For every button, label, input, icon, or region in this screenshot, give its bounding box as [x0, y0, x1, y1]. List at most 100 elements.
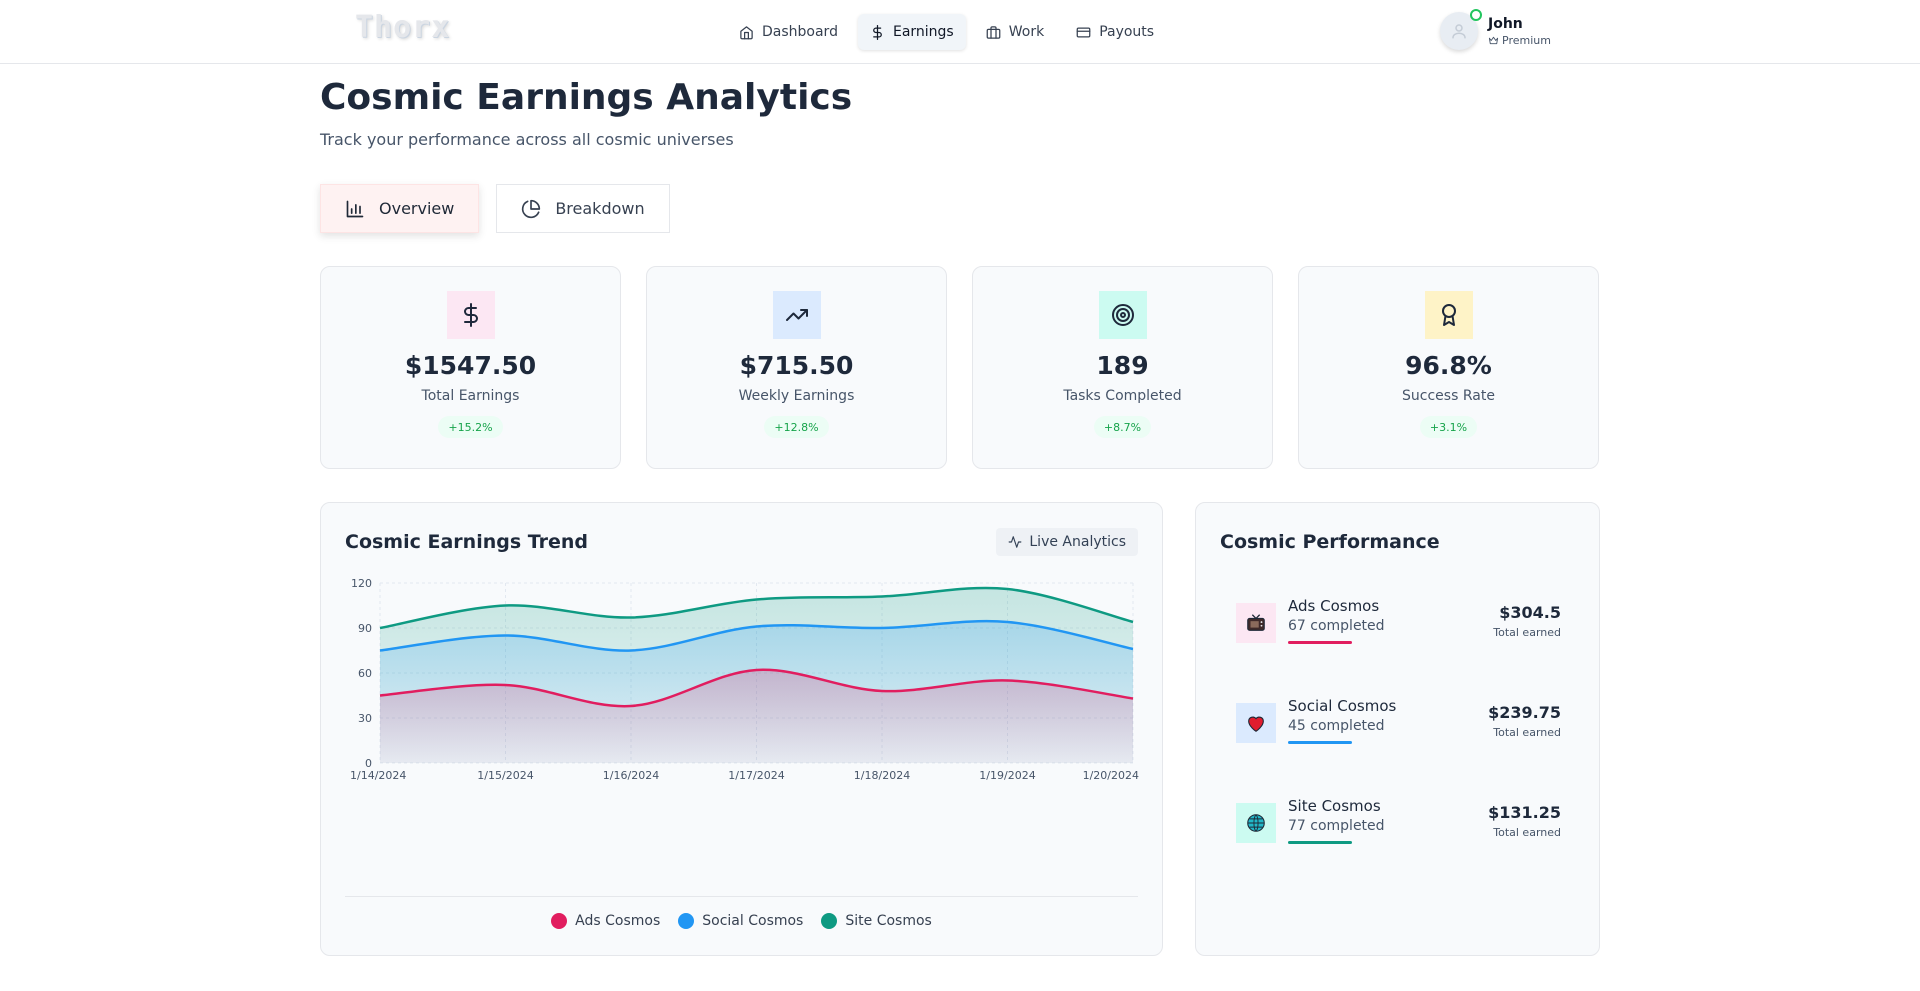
tab-breakdown[interactable]: Breakdown	[496, 184, 670, 233]
x-tick-label: 1/19/2024	[979, 769, 1035, 782]
chart-divider	[345, 896, 1138, 897]
x-tick-label: 1/18/2024	[854, 769, 910, 782]
dollar-icon	[873, 24, 882, 40]
stat-change-badge: +15.2%	[438, 416, 503, 438]
legend-label: Ads Cosmos	[575, 913, 661, 929]
perf-icon-box	[1236, 703, 1276, 743]
stat-change-badge: +12.8%	[764, 416, 829, 438]
cosmic-performance-card: Cosmic Performance Ads Cosmos 67 complet…	[1195, 502, 1600, 956]
performance-title: Cosmic Performance	[1220, 531, 1440, 553]
stat-change-badge: +8.7%	[1093, 416, 1152, 438]
bar-chart-icon	[346, 200, 364, 217]
crown-icon	[1488, 36, 1499, 44]
tv-icon	[1247, 614, 1265, 631]
user-name: John	[1488, 15, 1523, 32]
stat-label: Tasks Completed	[1063, 388, 1182, 404]
x-tick-label: 1/15/2024	[477, 769, 533, 782]
earnings-trend-chart[interactable]: 03060901201/14/2024 1/15/2024 1/16/2024 1/1…	[321, 573, 1164, 813]
legend-dot	[678, 913, 695, 929]
x-tick-label: 1/20/2024	[1083, 769, 1139, 782]
stat-icon-box	[1424, 291, 1473, 339]
y-tick-label: 60	[358, 667, 372, 680]
perf-amount: $304.5	[1499, 603, 1561, 622]
legend-dot	[551, 913, 568, 929]
user-tier-label: Premium	[1502, 33, 1551, 47]
nav-earnings[interactable]: Earnings	[857, 14, 966, 50]
globe-icon	[1247, 814, 1265, 832]
y-tick-label: 30	[358, 712, 372, 725]
dollar-icon	[463, 303, 478, 327]
performance-row-ads[interactable]: Ads Cosmos 67 completed $304.5 Total ear…	[1236, 593, 1561, 653]
main-nav: Dashboard Earnings Work Payouts	[727, 14, 1166, 50]
avatar[interactable]	[1440, 9, 1482, 50]
legend-item-ads[interactable]: Ads Cosmos	[551, 913, 660, 929]
pie-chart-icon	[522, 199, 541, 218]
stat-card-success-rate: 96.8% Success Rate +3.1%	[1298, 266, 1599, 469]
stats-row: $1547.50 Total Earnings +15.2% $715.50 W…	[320, 266, 1599, 469]
perf-color-bar	[1288, 641, 1352, 644]
live-analytics-label: Live Analytics	[1029, 534, 1126, 550]
view-tabs: Overview Breakdown	[320, 184, 670, 233]
legend-label: Social Cosmos	[702, 913, 804, 929]
stat-card-weekly-earnings: $715.50 Weekly Earnings +12.8%	[646, 266, 947, 469]
earnings-trend-card: Cosmic Earnings Trend Live Analytics 0 30…	[320, 502, 1163, 956]
stat-label: Total Earnings	[421, 388, 520, 404]
stat-label: Weekly Earnings	[738, 388, 855, 404]
perf-count: 77 completed	[1288, 818, 1385, 834]
nav-work[interactable]: Work	[974, 14, 1056, 50]
x-tick-label: 1/14/2024	[350, 769, 406, 782]
nav-payouts-label: Payouts	[1099, 24, 1155, 40]
chart-legend: Ads Cosmos Social Cosmos Site Cosmos	[321, 913, 1162, 929]
legend-item-site[interactable]: Site Cosmos	[821, 913, 932, 929]
perf-icon-box	[1236, 803, 1276, 843]
user-tier: Premium	[1488, 34, 1551, 47]
nav-dashboard[interactable]: Dashboard	[727, 14, 850, 50]
performance-row-social[interactable]: Social Cosmos 45 completed $239.75 Total…	[1236, 693, 1561, 753]
nav-work-label: Work	[1008, 24, 1045, 40]
tab-overview-label: Overview	[379, 199, 455, 218]
activity-icon	[1008, 536, 1022, 548]
perf-amount: $131.25	[1488, 803, 1561, 822]
stat-value: 189	[1096, 351, 1149, 380]
y-tick-label: 120	[351, 577, 372, 590]
stat-card-tasks-completed: 189 Tasks Completed +8.7%	[972, 266, 1273, 469]
online-status-dot	[1470, 9, 1482, 21]
nav-dashboard-label: Dashboard	[762, 24, 838, 40]
home-icon	[740, 25, 753, 39]
stat-change-badge: +3.1%	[1419, 416, 1478, 438]
tab-overview[interactable]: Overview	[320, 184, 480, 233]
perf-amount: $239.75	[1488, 703, 1561, 722]
perf-color-bar	[1288, 741, 1352, 744]
user-icon	[1452, 24, 1466, 39]
x-tick-label: 1/17/2024	[728, 769, 784, 782]
credit-card-icon	[1076, 27, 1091, 37]
stat-value: 96.8%	[1405, 351, 1492, 380]
legend-item-social[interactable]: Social Cosmos	[678, 913, 803, 929]
perf-color-bar	[1288, 841, 1352, 844]
y-tick-label: 90	[358, 622, 372, 635]
perf-sub: Total earned	[1493, 826, 1561, 839]
trending-up-icon	[785, 309, 808, 321]
nav-earnings-label: Earnings	[892, 24, 954, 40]
brand-logo[interactable]: Thorx	[355, 10, 450, 45]
user-menu[interactable]: John Premium	[1440, 9, 1551, 50]
page-title: Cosmic Earnings Analytics	[320, 77, 853, 118]
perf-sub: Total earned	[1493, 626, 1561, 639]
perf-name: Site Cosmos	[1288, 797, 1381, 815]
stat-label: Success Rate	[1402, 388, 1495, 404]
live-analytics-badge[interactable]: Live Analytics	[996, 528, 1138, 556]
target-icon	[1111, 304, 1134, 326]
legend-label: Site Cosmos	[845, 913, 932, 929]
award-icon	[1441, 304, 1456, 326]
nav-payouts[interactable]: Payouts	[1064, 14, 1166, 50]
chart-title: Cosmic Earnings Trend	[345, 531, 589, 553]
perf-name: Ads Cosmos	[1288, 597, 1380, 615]
perf-count: 45 completed	[1288, 718, 1385, 734]
perf-sub: Total earned	[1493, 726, 1561, 739]
tab-breakdown-label: Breakdown	[555, 199, 645, 218]
stat-icon-box	[446, 291, 495, 339]
user-info: John Premium	[1488, 16, 1551, 47]
performance-row-site[interactable]: Site Cosmos 77 completed $131.25 Total e…	[1236, 793, 1561, 853]
legend-dot	[821, 913, 838, 929]
stat-icon-box	[1098, 291, 1147, 339]
